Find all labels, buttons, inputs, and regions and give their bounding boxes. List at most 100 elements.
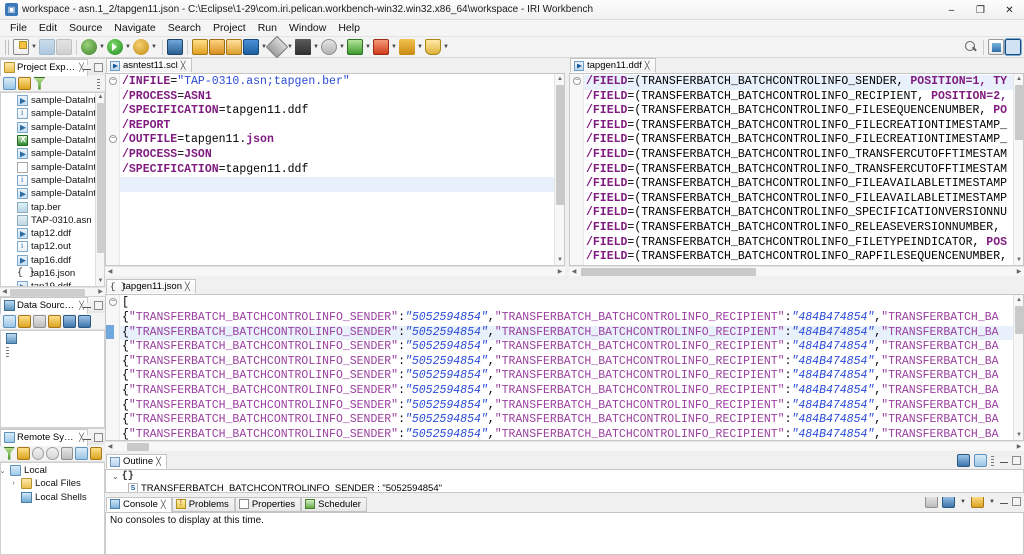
connect-icon[interactable] bbox=[48, 314, 61, 328]
outline-entry-row[interactable]: S TRANSFERBATCH_BATCHCONTROLINFO_SENDER … bbox=[106, 482, 1023, 492]
ddf-editor-hscrollbar[interactable]: ◀ ▶ bbox=[569, 265, 1024, 276]
tab-problems[interactable]: Problems bbox=[171, 496, 235, 512]
scl-editor-body[interactable]: − − /INFILE="TAP-0310.asn;tapgen.ber"/PR… bbox=[105, 74, 565, 266]
ddf-editor-code[interactable]: /FIELD=(TRANSFERBATCH_BATCHCONTROLINFO_S… bbox=[584, 74, 1013, 265]
scroll-down-icon[interactable]: ▼ bbox=[555, 255, 564, 265]
red-square-icon[interactable] bbox=[373, 39, 389, 55]
scroll-left-icon[interactable]: ◀ bbox=[105, 267, 115, 276]
collapse-all-icon[interactable] bbox=[3, 76, 16, 90]
link-editor-icon[interactable] bbox=[18, 76, 31, 90]
list-item[interactable]: { } tap16.json bbox=[1, 267, 104, 280]
link-editor-icon[interactable] bbox=[89, 446, 102, 460]
scroll-down-icon[interactable]: ▼ bbox=[1014, 430, 1023, 440]
chevron-icon[interactable]: ⌄ bbox=[1, 467, 7, 475]
green-square-icon[interactable] bbox=[347, 39, 363, 55]
workbench-perspective-icon[interactable] bbox=[1004, 38, 1022, 56]
hscroll-thumb[interactable] bbox=[127, 442, 149, 451]
menu-project[interactable]: Project bbox=[207, 21, 252, 35]
tab-project-explorer[interactable]: Project Explorer ╳ bbox=[0, 58, 88, 76]
fold-toggle-icon[interactable]: − bbox=[573, 77, 581, 85]
run-play-icon[interactable] bbox=[107, 39, 123, 55]
menu-edit[interactable]: Edit bbox=[33, 21, 63, 35]
sort-icon[interactable] bbox=[957, 454, 970, 468]
project-explorer-tree[interactable]: sample-DataInterChasample-DataInterChasa… bbox=[0, 92, 105, 287]
export-icon[interactable] bbox=[78, 314, 91, 328]
chevron-down-icon[interactable]: ⌄ bbox=[112, 472, 119, 481]
shield-icon[interactable] bbox=[425, 39, 441, 55]
maximize-window-button[interactable]: ❐ bbox=[966, 0, 995, 20]
hide-fields-icon[interactable] bbox=[974, 454, 987, 468]
sql-icon[interactable] bbox=[33, 314, 46, 328]
fold-toggle-icon[interactable]: − bbox=[109, 77, 117, 85]
vscroll-thumb[interactable] bbox=[1015, 306, 1023, 335]
red-dropdown-arrow[interactable]: ▼ bbox=[390, 39, 398, 55]
json-editor-hscrollbar[interactable]: ◀ ▶ bbox=[105, 440, 1024, 451]
close-icon[interactable]: ╳ bbox=[181, 61, 186, 70]
scroll-right-icon[interactable]: ▶ bbox=[1014, 442, 1024, 451]
save-icon[interactable] bbox=[39, 39, 55, 55]
view-menu-icon[interactable] bbox=[97, 77, 100, 89]
tab-console[interactable]: Console ╳ bbox=[106, 496, 172, 512]
new-connection-icon[interactable] bbox=[3, 446, 16, 460]
minimize-window-button[interactable]: – bbox=[937, 0, 966, 20]
menu-file[interactable]: File bbox=[4, 21, 33, 35]
close-icon[interactable]: ╳ bbox=[156, 457, 161, 466]
scl-editor-code[interactable]: /INFILE="TAP-0310.asn;tapgen.ber"/PROCES… bbox=[120, 74, 554, 265]
project-explorer-vscrollbar[interactable]: ▲ ▼ bbox=[95, 93, 104, 286]
menu-window[interactable]: Window bbox=[283, 21, 332, 35]
transform-wizard-icon[interactable] bbox=[209, 39, 225, 55]
job-wizard-icon[interactable] bbox=[192, 39, 208, 55]
display-console-icon[interactable] bbox=[942, 496, 955, 509]
open-console-icon[interactable] bbox=[925, 496, 938, 509]
close-icon[interactable]: ╳ bbox=[185, 282, 190, 291]
list-item[interactable]: TAP-0310.asn bbox=[1, 214, 104, 227]
filter-icon[interactable] bbox=[33, 76, 46, 90]
list-item[interactable]: tap19.ddf bbox=[1, 280, 104, 286]
new-file-dropdown-arrow[interactable]: ▼ bbox=[30, 39, 38, 55]
tab-scheduler[interactable]: Scheduler bbox=[301, 496, 367, 512]
outline-body[interactable]: ⌄ {} S TRANSFERBATCH_BATCHCONTROLINFO_SE… bbox=[105, 470, 1024, 493]
tab-tapgen11-ddf[interactable]: tapgen11.ddf ╳ bbox=[570, 58, 656, 73]
console-body[interactable]: No consoles to display at this time. bbox=[105, 512, 1024, 555]
save-all-icon[interactable] bbox=[56, 39, 72, 55]
list-item[interactable]: sample-DataInterCha bbox=[1, 174, 104, 187]
search-icon[interactable] bbox=[963, 39, 979, 55]
profile-dropdown-arrow[interactable]: ▼ bbox=[150, 39, 158, 55]
gray-dropdown-arrow[interactable]: ▼ bbox=[338, 39, 346, 55]
mapping-wizard-icon[interactable] bbox=[226, 39, 242, 55]
terminal-icon[interactable] bbox=[167, 39, 183, 55]
fold-toggle-icon[interactable]: − bbox=[109, 135, 117, 143]
list-item[interactable]: sample-DataInterCha bbox=[1, 121, 104, 134]
scroll-up-icon[interactable]: ▲ bbox=[1014, 74, 1023, 84]
close-window-button[interactable]: ✕ bbox=[995, 0, 1024, 20]
list-item[interactable]: tap12.ddf bbox=[1, 227, 104, 240]
back-arrow-icon[interactable] bbox=[31, 446, 45, 460]
data-source-explorer-tree[interactable] bbox=[0, 330, 105, 428]
list-item[interactable]: sample-DataInterCha bbox=[1, 134, 104, 147]
ddf-editor-body[interactable]: − /FIELD=(TRANSFERBATCH_BATCHCONTROLINFO… bbox=[569, 74, 1024, 266]
hscroll-thumb[interactable] bbox=[10, 289, 85, 296]
collapse-all-icon[interactable] bbox=[3, 314, 16, 328]
tab-outline[interactable]: Outline ╳ bbox=[106, 454, 167, 470]
vscroll-thumb[interactable] bbox=[556, 85, 564, 205]
scl-editor-vscrollbar[interactable]: ▲ ▼ bbox=[554, 74, 564, 265]
scroll-down-icon[interactable]: ▼ bbox=[96, 277, 104, 286]
close-icon[interactable]: ╳ bbox=[645, 61, 650, 70]
list-item[interactable]: sample-DataInterCha bbox=[1, 160, 104, 173]
blue-square-icon[interactable] bbox=[243, 39, 259, 55]
maximize-icon[interactable] bbox=[94, 62, 103, 72]
view-menu-icon[interactable] bbox=[6, 346, 9, 358]
minimize-icon[interactable] bbox=[83, 64, 91, 70]
tree-row[interactable]: Local Shells bbox=[1, 491, 104, 504]
project-explorer-hscrollbar[interactable]: ◀ ▶ bbox=[0, 287, 105, 296]
list-item[interactable]: sample-DataInterCha bbox=[1, 147, 104, 160]
maximize-icon[interactable] bbox=[94, 300, 103, 310]
menu-source[interactable]: Source bbox=[63, 21, 108, 35]
tab-remote-systems[interactable]: Remote Systems ╳ bbox=[0, 428, 88, 446]
json-editor-vscrollbar[interactable]: ▲ ▼ bbox=[1013, 295, 1023, 440]
tab-data-source-explorer[interactable]: Data Source Ex... ╳ bbox=[0, 296, 88, 314]
tree-row[interactable]: › Local Files bbox=[1, 477, 104, 490]
close-icon[interactable]: ╳ bbox=[161, 500, 166, 509]
link-editor-icon[interactable] bbox=[18, 314, 31, 328]
ddf-editor-gutter[interactable]: − bbox=[570, 74, 584, 265]
